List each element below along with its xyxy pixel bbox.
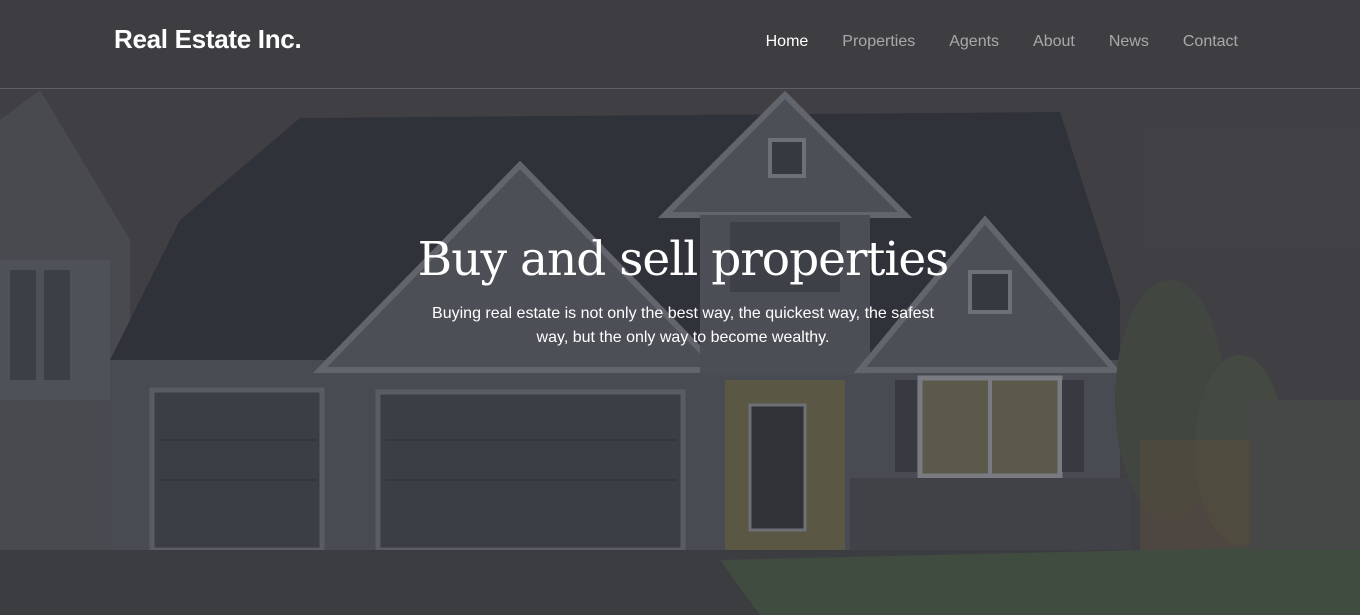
hero-content: Buy and sell properties Buying real esta…: [380, 228, 986, 350]
nav-link-about[interactable]: About: [1033, 33, 1075, 51]
nav-link-properties[interactable]: Properties: [842, 33, 915, 51]
nav-link-agents[interactable]: Agents: [949, 33, 999, 51]
hero-subtitle: Buying real estate is not only the best …: [432, 305, 934, 346]
brand-logo[interactable]: Real Estate Inc.: [114, 24, 302, 55]
nav-link-home[interactable]: Home: [766, 33, 809, 51]
nav-link-contact[interactable]: Contact: [1183, 33, 1238, 51]
nav-link-news[interactable]: News: [1109, 33, 1149, 51]
main-nav: Home Properties Agents About News Contac…: [732, 33, 1238, 51]
hero-section: Real Estate Inc. Home Properties Agents …: [0, 0, 1360, 615]
top-navbar: Real Estate Inc. Home Properties Agents …: [0, 0, 1360, 89]
hero-title: Buy and sell properties: [417, 232, 950, 287]
